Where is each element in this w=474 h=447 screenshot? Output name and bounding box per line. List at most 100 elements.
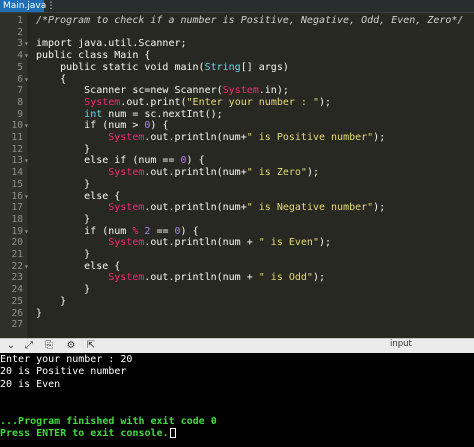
input-tab-label[interactable]: input	[390, 339, 412, 353]
code-token: ) {	[150, 120, 169, 132]
code-line[interactable]: 3 ▾ import java.util.Scanner;	[0, 38, 474, 50]
code-token: );	[306, 167, 319, 179]
line-number: 1	[17, 15, 23, 26]
code-text: /*Program to check if a number is Positi…	[36, 15, 463, 27]
code-token: .out.print(	[120, 96, 187, 108]
code-line[interactable]: 25 }	[0, 296, 474, 308]
fold-toggle-icon[interactable]: ▾	[24, 191, 32, 203]
code-line[interactable]: 9 int num = sc.nextInt();	[0, 109, 474, 121]
code-token: System	[108, 132, 145, 143]
fold-toggle-icon[interactable]: ▾	[24, 120, 32, 132]
line-number: 20	[11, 237, 23, 249]
share-icon[interactable]: ⇱	[84, 339, 98, 353]
code-line[interactable]: 15 }	[0, 179, 474, 191]
code-token: public static void main(	[36, 61, 205, 73]
line-number: 11	[11, 132, 23, 143]
code-line[interactable]: 6 ▾ {	[0, 74, 474, 86]
code-text: if (num > 0) {	[36, 120, 168, 132]
code-token: }	[36, 178, 91, 190]
console-text: 20 is Even	[0, 378, 61, 390]
code-line[interactable]: 22 ▾ else {	[0, 261, 474, 273]
code-line[interactable]: 4 ▾ public class Main {	[0, 50, 474, 62]
chevron-down-icon[interactable]: ⌄	[4, 339, 18, 353]
code-line[interactable]: 16 ▾ else {	[0, 191, 474, 203]
line-number: 13	[11, 155, 23, 167]
console-line: 20 is Positive number	[0, 366, 126, 378]
code-token: System	[222, 85, 259, 97]
code-token: else {	[36, 190, 121, 202]
code-token: }	[36, 284, 91, 296]
code-line[interactable]: 5 public static void main(String[] args)	[0, 62, 474, 74]
code-text: }	[36, 144, 90, 156]
fold-toggle-icon[interactable]: ▾	[24, 38, 32, 50]
line-number: 3	[17, 38, 23, 50]
code-line[interactable]: 14 System.out.println(num+" is Zero");	[0, 167, 474, 179]
line-number: 18	[11, 213, 23, 225]
tab-main-java[interactable]: Main.java	[0, 0, 46, 12]
fold-toggle-icon[interactable]: ▾	[24, 261, 32, 273]
line-number: 19	[11, 225, 23, 237]
line-number: 7	[17, 85, 23, 97]
code-line[interactable]: 26}	[0, 308, 474, 320]
code-text: }	[36, 308, 42, 320]
code-line[interactable]: 17 System.out.println(num+" is Negative …	[0, 202, 474, 214]
code-line[interactable]: 12 }	[0, 144, 474, 156]
code-line[interactable]: 18 }	[0, 214, 474, 226]
line-number: 16	[11, 190, 23, 202]
code-text: }	[36, 284, 90, 296]
code-token: {	[36, 73, 67, 85]
fold-toggle-icon[interactable]: ▾	[24, 50, 32, 62]
code-text: public static void main(String[] args)	[36, 62, 289, 74]
code-line[interactable]: 2	[0, 27, 474, 39]
code-token: else if (num ==	[36, 155, 181, 167]
code-line[interactable]: 20 System.out.println(num + " is Even");	[0, 237, 474, 249]
code-token: import java.util.Scanner;	[36, 38, 187, 50]
vertical-dots-icon[interactable]: ⋮	[45, 0, 57, 12]
code-token: System	[108, 202, 145, 214]
fold-toggle-icon[interactable]: ▾	[24, 226, 32, 238]
code-text: public class Main {	[36, 50, 150, 62]
code-text: else {	[36, 261, 120, 273]
code-line[interactable]: 10 ▾ if (num > 0) {	[0, 120, 474, 132]
copy-icon[interactable]: ⎘	[42, 339, 56, 353]
code-token: .out.println(num+	[144, 132, 247, 143]
code-text: }	[36, 214, 90, 226]
console-cursor	[169, 427, 176, 438]
console-output[interactable]: Enter your number : 20 20 is Positive num…	[0, 353, 474, 447]
code-editor[interactable]: 1 /*Program to check if a number is Posit…	[0, 13, 474, 338]
console-line: 20 is Even	[0, 379, 60, 391]
console-text: Enter your number : 20	[0, 354, 133, 365]
fold-toggle-icon[interactable]: ▾	[24, 155, 32, 167]
code-token: num = sc.nextInt();	[102, 108, 223, 120]
code-token: if (num >	[36, 120, 145, 132]
line-number: 21	[11, 249, 23, 260]
code-token: }	[36, 143, 91, 155]
code-line[interactable]: 27	[0, 319, 474, 331]
code-token: System	[108, 237, 145, 249]
code-line[interactable]: 23 System.out.println(num + " is Odd");	[0, 272, 474, 284]
code-line[interactable]: 19 ▾ if (num % 2 == 0) {	[0, 226, 474, 238]
code-token: System	[108, 272, 145, 284]
code-token: .in);	[258, 85, 289, 97]
code-text: }	[36, 179, 90, 191]
code-token: System	[84, 96, 121, 108]
code-line[interactable]: 24 }	[0, 284, 474, 296]
settings-icon[interactable]: ⚙	[64, 339, 78, 353]
code-text: System.out.println(num + " is Odd");	[36, 272, 325, 284]
code-line[interactable]: 21 }	[0, 249, 474, 261]
code-text: else {	[36, 191, 120, 203]
code-token: /*Program to check if a number is Positi…	[36, 15, 464, 26]
expand-icon[interactable]: ⤢	[22, 339, 36, 353]
code-line[interactable]: 13 ▾ else if (num == 0) {	[0, 155, 474, 167]
code-line[interactable]: 1 /*Program to check if a number is Posit…	[0, 15, 474, 27]
fold-toggle-icon[interactable]: ▾	[24, 74, 32, 86]
code-line[interactable]: 8 System.out.print("Enter your number : …	[0, 97, 474, 109]
code-line[interactable]: 11 System.out.println(num+" is Positive …	[0, 132, 474, 144]
code-line[interactable]: 7 Scanner sc=new Scanner(System.in);	[0, 85, 474, 97]
line-number: 8	[17, 96, 23, 108]
